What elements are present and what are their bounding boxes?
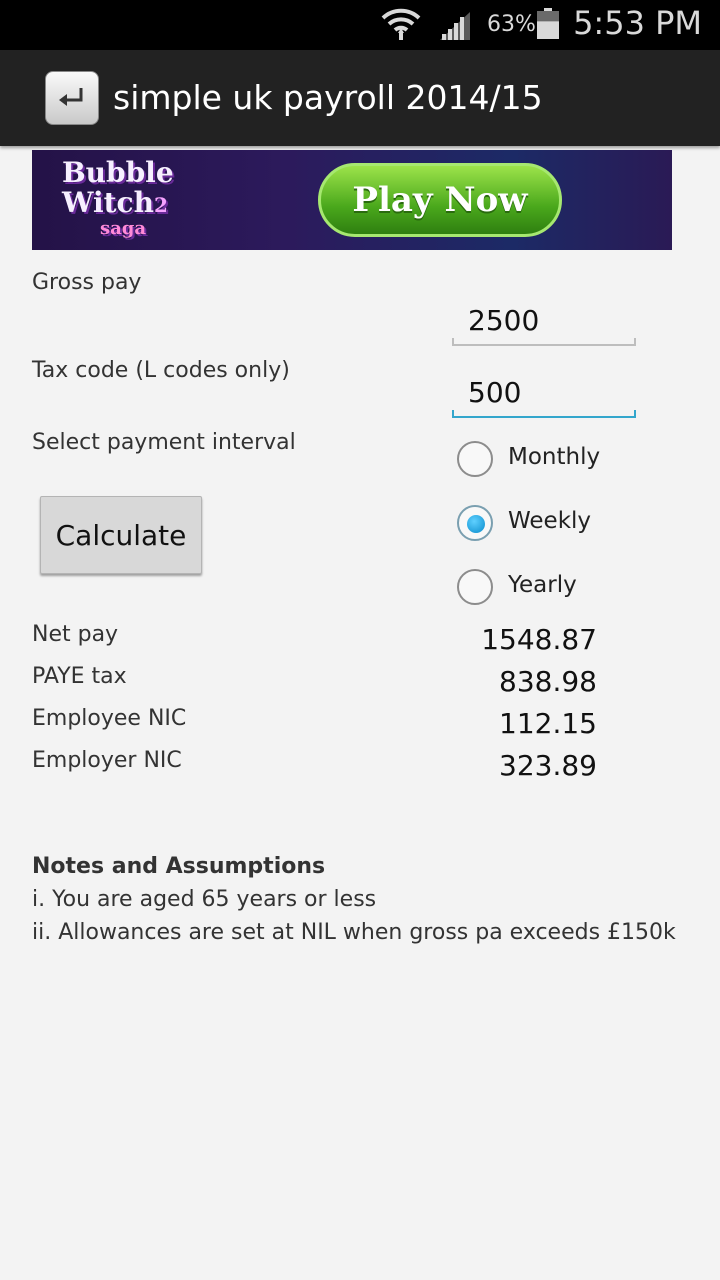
- radio-weekly-circle[interactable]: [457, 505, 493, 541]
- ad-banner[interactable]: Bubble Witch2 saga Play Now: [32, 150, 672, 250]
- radio-yearly-label[interactable]: Yearly: [508, 572, 577, 598]
- tax-code-label: Tax code (L codes only): [32, 358, 290, 383]
- radio-selected-dot: [467, 515, 485, 533]
- paye-tax-label: PAYE tax: [32, 664, 127, 689]
- ad-logo: Bubble Witch2 saga: [62, 156, 174, 239]
- gross-pay-label: Gross pay: [32, 270, 142, 295]
- gross-pay-input[interactable]: 2500: [452, 296, 636, 346]
- wifi-icon: [381, 8, 421, 40]
- radio-weekly-label[interactable]: Weekly: [508, 508, 591, 534]
- employee-nic-label: Employee NIC: [32, 706, 187, 731]
- note-line-1: i. You are aged 65 years or less: [32, 887, 377, 912]
- notes-title: Notes and Assumptions: [32, 854, 326, 879]
- calculate-button[interactable]: Calculate: [40, 496, 202, 574]
- battery-icon: [537, 8, 559, 39]
- app-title: simple uk payroll 2014/15: [113, 78, 543, 117]
- radio-monthly-label[interactable]: Monthly: [508, 444, 600, 470]
- notes-section: Notes and Assumptions i. You are aged 65…: [32, 850, 676, 949]
- ad-play-now-button[interactable]: Play Now: [318, 163, 562, 237]
- status-bar: 63% 5:53 PM: [0, 0, 720, 50]
- employer-nic-label: Employer NIC: [32, 748, 182, 773]
- enter-key-icon: [45, 71, 99, 125]
- employee-nic-value: 112.15: [499, 707, 597, 740]
- payment-interval-label: Select payment interval: [32, 430, 296, 455]
- clock: 5:53 PM: [573, 4, 702, 42]
- net-pay-value: 1548.87: [481, 623, 597, 656]
- radio-yearly-circle[interactable]: [457, 569, 493, 605]
- action-bar: simple uk payroll 2014/15: [0, 50, 720, 146]
- paye-tax-value: 838.98: [499, 665, 597, 698]
- radio-monthly-circle[interactable]: [457, 441, 493, 477]
- employer-nic-value: 323.89: [499, 749, 597, 782]
- note-line-2: ii. Allowances are set at NIL when gross…: [32, 920, 676, 945]
- tax-code-input[interactable]: 500: [452, 368, 636, 418]
- net-pay-label: Net pay: [32, 622, 119, 647]
- battery-percent: 63%: [487, 12, 536, 37]
- signal-icon: [440, 12, 470, 40]
